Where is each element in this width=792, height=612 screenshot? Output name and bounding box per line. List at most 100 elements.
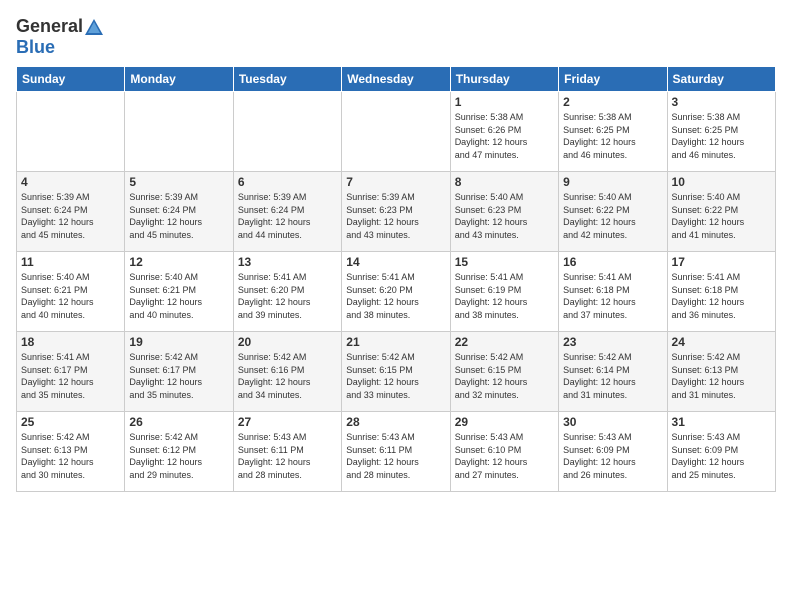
day-info: Sunrise: 5:40 AM Sunset: 6:22 PM Dayligh…	[672, 191, 771, 241]
week-row-5: 25 Sunrise: 5:42 AM Sunset: 6:13 PM Dayli…	[17, 412, 776, 492]
day-info: Sunrise: 5:38 AM Sunset: 6:25 PM Dayligh…	[563, 111, 662, 161]
week-row-1: 1 Sunrise: 5:38 AM Sunset: 6:26 PM Daylig…	[17, 92, 776, 172]
day-info: Sunrise: 5:42 AM Sunset: 6:13 PM Dayligh…	[21, 431, 120, 481]
header: General Blue	[16, 16, 776, 58]
day-number: 21	[346, 335, 445, 349]
day-cell	[17, 92, 125, 172]
day-info: Sunrise: 5:40 AM Sunset: 6:23 PM Dayligh…	[455, 191, 554, 241]
day-info: Sunrise: 5:41 AM Sunset: 6:20 PM Dayligh…	[238, 271, 337, 321]
day-info: Sunrise: 5:40 AM Sunset: 6:22 PM Dayligh…	[563, 191, 662, 241]
day-number: 10	[672, 175, 771, 189]
logo-area: General Blue	[16, 16, 105, 58]
logo-blue: Blue	[16, 37, 55, 58]
logo-triangle-icon	[84, 18, 104, 36]
calendar-table: SundayMondayTuesdayWednesdayThursdayFrid…	[16, 66, 776, 492]
day-number: 20	[238, 335, 337, 349]
day-info: Sunrise: 5:42 AM Sunset: 6:17 PM Dayligh…	[129, 351, 228, 401]
day-cell: 18Sunrise: 5:41 AM Sunset: 6:17 PM Dayli…	[17, 332, 125, 412]
day-cell: 15Sunrise: 5:41 AM Sunset: 6:19 PM Dayli…	[450, 252, 558, 332]
day-cell: 8 Sunrise: 5:40 AM Sunset: 6:23 PM Daylig…	[450, 172, 558, 252]
day-cell: 9 Sunrise: 5:40 AM Sunset: 6:22 PM Daylig…	[559, 172, 667, 252]
day-cell: 6 Sunrise: 5:39 AM Sunset: 6:24 PM Daylig…	[233, 172, 341, 252]
day-cell	[125, 92, 233, 172]
day-cell: 22Sunrise: 5:42 AM Sunset: 6:15 PM Dayli…	[450, 332, 558, 412]
day-number: 31	[672, 415, 771, 429]
day-cell: 21 Sunrise: 5:42 AM Sunset: 6:15 PM Dayli…	[342, 332, 450, 412]
day-number: 4	[21, 175, 120, 189]
day-cell: 19Sunrise: 5:42 AM Sunset: 6:17 PM Dayli…	[125, 332, 233, 412]
day-number: 8	[455, 175, 554, 189]
day-info: Sunrise: 5:42 AM Sunset: 6:16 PM Dayligh…	[238, 351, 337, 401]
day-number: 18	[21, 335, 120, 349]
day-info: Sunrise: 5:43 AM Sunset: 6:09 PM Dayligh…	[672, 431, 771, 481]
day-info: Sunrise: 5:43 AM Sunset: 6:11 PM Dayligh…	[238, 431, 337, 481]
day-info: Sunrise: 5:40 AM Sunset: 6:21 PM Dayligh…	[129, 271, 228, 321]
day-info: Sunrise: 5:42 AM Sunset: 6:13 PM Dayligh…	[672, 351, 771, 401]
day-cell: 14Sunrise: 5:41 AM Sunset: 6:20 PM Dayli…	[342, 252, 450, 332]
logo: General	[16, 16, 105, 37]
day-number: 26	[129, 415, 228, 429]
day-info: Sunrise: 5:41 AM Sunset: 6:18 PM Dayligh…	[563, 271, 662, 321]
day-info: Sunrise: 5:39 AM Sunset: 6:24 PM Dayligh…	[238, 191, 337, 241]
day-number: 28	[346, 415, 445, 429]
day-info: Sunrise: 5:38 AM Sunset: 6:25 PM Dayligh…	[672, 111, 771, 161]
day-info: Sunrise: 5:41 AM Sunset: 6:18 PM Dayligh…	[672, 271, 771, 321]
day-info: Sunrise: 5:38 AM Sunset: 6:26 PM Dayligh…	[455, 111, 554, 161]
weekday-header-friday: Friday	[559, 67, 667, 92]
day-number: 16	[563, 255, 662, 269]
day-cell	[342, 92, 450, 172]
day-cell: 31 Sunrise: 5:43 AM Sunset: 6:09 PM Dayli…	[667, 412, 775, 492]
day-number: 25	[21, 415, 120, 429]
weekday-header-sunday: Sunday	[17, 67, 125, 92]
day-number: 6	[238, 175, 337, 189]
weekday-header-monday: Monday	[125, 67, 233, 92]
day-cell: 1 Sunrise: 5:38 AM Sunset: 6:26 PM Daylig…	[450, 92, 558, 172]
day-info: Sunrise: 5:43 AM Sunset: 6:10 PM Dayligh…	[455, 431, 554, 481]
weekday-header-wednesday: Wednesday	[342, 67, 450, 92]
day-number: 5	[129, 175, 228, 189]
day-number: 1	[455, 95, 554, 109]
day-number: 29	[455, 415, 554, 429]
weekday-header-saturday: Saturday	[667, 67, 775, 92]
day-cell: 2 Sunrise: 5:38 AM Sunset: 6:25 PM Daylig…	[559, 92, 667, 172]
day-number: 30	[563, 415, 662, 429]
day-cell: 30Sunrise: 5:43 AM Sunset: 6:09 PM Dayli…	[559, 412, 667, 492]
day-info: Sunrise: 5:41 AM Sunset: 6:20 PM Dayligh…	[346, 271, 445, 321]
day-cell: 26 Sunrise: 5:42 AM Sunset: 6:12 PM Dayli…	[125, 412, 233, 492]
day-cell: 12Sunrise: 5:40 AM Sunset: 6:21 PM Dayli…	[125, 252, 233, 332]
day-cell	[233, 92, 341, 172]
day-cell: 20 Sunrise: 5:42 AM Sunset: 6:16 PM Dayli…	[233, 332, 341, 412]
day-cell: 24Sunrise: 5:42 AM Sunset: 6:13 PM Dayli…	[667, 332, 775, 412]
day-info: Sunrise: 5:39 AM Sunset: 6:23 PM Dayligh…	[346, 191, 445, 241]
week-row-3: 11 Sunrise: 5:40 AM Sunset: 6:21 PM Dayli…	[17, 252, 776, 332]
day-number: 9	[563, 175, 662, 189]
day-cell: 7 Sunrise: 5:39 AM Sunset: 6:23 PM Daylig…	[342, 172, 450, 252]
day-cell: 10 Sunrise: 5:40 AM Sunset: 6:22 PM Dayli…	[667, 172, 775, 252]
logo-general: General	[16, 16, 83, 37]
weekday-header-thursday: Thursday	[450, 67, 558, 92]
day-info: Sunrise: 5:42 AM Sunset: 6:15 PM Dayligh…	[455, 351, 554, 401]
day-number: 7	[346, 175, 445, 189]
page: General Blue SundayMondayTuesdayWednesda…	[0, 0, 792, 502]
day-cell: 3 Sunrise: 5:38 AM Sunset: 6:25 PM Daylig…	[667, 92, 775, 172]
day-number: 3	[672, 95, 771, 109]
week-row-4: 18Sunrise: 5:41 AM Sunset: 6:17 PM Dayli…	[17, 332, 776, 412]
day-number: 17	[672, 255, 771, 269]
day-cell: 23Sunrise: 5:42 AM Sunset: 6:14 PM Dayli…	[559, 332, 667, 412]
day-info: Sunrise: 5:39 AM Sunset: 6:24 PM Dayligh…	[129, 191, 228, 241]
day-number: 11	[21, 255, 120, 269]
day-cell: 13 Sunrise: 5:41 AM Sunset: 6:20 PM Dayli…	[233, 252, 341, 332]
day-info: Sunrise: 5:39 AM Sunset: 6:24 PM Dayligh…	[21, 191, 120, 241]
day-info: Sunrise: 5:42 AM Sunset: 6:15 PM Dayligh…	[346, 351, 445, 401]
week-row-2: 4 Sunrise: 5:39 AM Sunset: 6:24 PM Daylig…	[17, 172, 776, 252]
day-number: 13	[238, 255, 337, 269]
day-info: Sunrise: 5:42 AM Sunset: 6:12 PM Dayligh…	[129, 431, 228, 481]
day-cell: 28Sunrise: 5:43 AM Sunset: 6:11 PM Dayli…	[342, 412, 450, 492]
weekday-header-tuesday: Tuesday	[233, 67, 341, 92]
day-info: Sunrise: 5:41 AM Sunset: 6:19 PM Dayligh…	[455, 271, 554, 321]
day-cell: 4 Sunrise: 5:39 AM Sunset: 6:24 PM Daylig…	[17, 172, 125, 252]
day-number: 2	[563, 95, 662, 109]
day-cell: 25 Sunrise: 5:42 AM Sunset: 6:13 PM Dayli…	[17, 412, 125, 492]
day-info: Sunrise: 5:40 AM Sunset: 6:21 PM Dayligh…	[21, 271, 120, 321]
day-number: 23	[563, 335, 662, 349]
